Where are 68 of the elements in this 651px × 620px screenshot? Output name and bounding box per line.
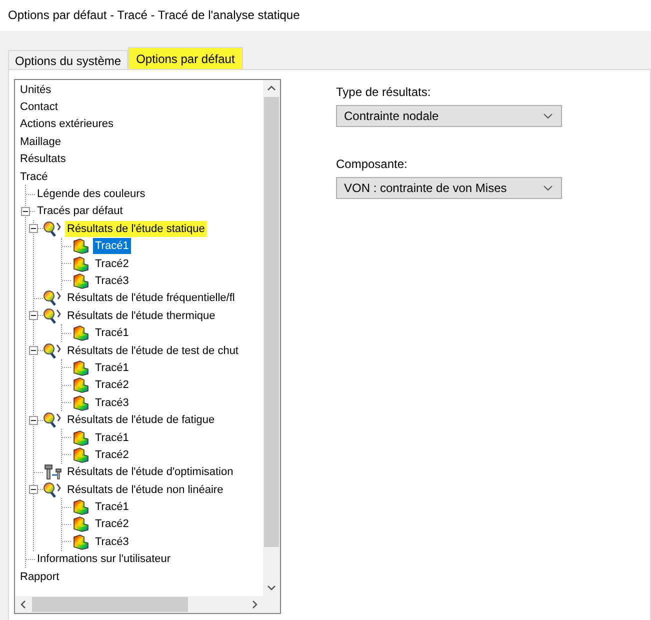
colored-part-icon [72,272,90,289]
tree-item[interactable]: Rapport [18,568,62,585]
magnifier-icon [43,482,63,498]
field-label: Type de résultats: [336,85,432,99]
tree-item[interactable]: Tracé [18,168,50,185]
colored-part-icon [72,377,90,394]
tree-item[interactable]: Informations sur l'utilisateur [35,551,173,568]
tree-item[interactable]: Résultats de l'étude de test de chut [65,342,240,359]
collapse-toggle[interactable] [29,311,38,320]
tree-item[interactable]: Tracé2 [93,256,131,272]
field-label: Composante: [336,157,408,171]
tree-item[interactable]: Résultats [18,151,68,168]
tree-item[interactable]: Tracé3 [93,534,131,550]
scroll-left-icon[interactable] [19,600,28,609]
tree-item[interactable]: Légende des couleurs [35,186,148,202]
colored-part-icon [72,534,90,550]
tree-item[interactable]: Tracé3 [93,394,131,411]
magnifier-icon [43,220,63,237]
tree-item[interactable]: Tracé2 [93,446,131,463]
scroll-up-icon[interactable] [267,84,276,93]
tree-item[interactable]: Tracé1 [93,430,131,446]
colored-part-icon [72,499,90,516]
scroll-right-icon[interactable] [250,600,259,609]
tree-item[interactable]: Résultats de l'étude thermique [65,308,218,324]
magnifier-icon [43,308,63,324]
colored-part-icon [72,394,90,411]
bolt-icon [43,464,63,480]
horizontal-scrollbar[interactable] [15,596,280,613]
dropdown[interactable]: Contrainte nodale [336,105,562,127]
collapse-toggle[interactable] [29,224,38,234]
scroll-down-icon[interactable] [267,583,276,592]
tree-item[interactable]: Résultats de l'étude d'optimisation [65,464,236,480]
tree-item[interactable]: Tracé1 [93,325,131,342]
colored-part-icon [72,256,90,272]
tree-item[interactable]: Tracés par défaut [35,203,125,220]
vertical-scrollbar[interactable] [263,80,280,596]
colored-part-icon [72,430,90,446]
tree-item[interactable]: Contact [18,99,60,116]
collapse-toggle[interactable] [29,485,38,494]
tab[interactable]: Options du système [8,50,128,69]
collapse-toggle[interactable] [29,346,38,356]
colored-part-icon [72,516,90,532]
colored-part-icon [72,446,90,463]
magnifier-icon [43,412,63,428]
tree-item[interactable]: Unités [18,82,54,98]
tree-item[interactable]: Tracé1 [93,360,131,376]
collapse-toggle[interactable] [21,206,30,216]
chevron-icon [543,113,553,119]
tree-item[interactable]: Tracé2 [93,516,131,532]
chevron-icon [543,185,553,191]
tree-item[interactable]: Tracé3 [93,272,131,289]
collapse-toggle[interactable] [29,416,38,425]
tree-item[interactable]: Résultats de l'étude fréquentielle/fl [65,290,237,306]
tree-item[interactable]: Tracé2 [93,377,131,394]
tree-item[interactable]: Maillage [18,134,63,150]
tree-item[interactable]: Actions extérieures [18,116,116,132]
tree-item[interactable]: Résultats de l'étude de fatigue [65,412,217,428]
colored-part-icon [72,238,90,254]
tab[interactable]: Options par défaut [128,47,243,69]
tree-item[interactable]: Tracé1 [93,499,131,516]
tree-item[interactable]: Résultats de l'étude non linéaire [65,482,226,498]
colored-part-icon [72,325,90,342]
magnifier-icon [43,290,63,306]
tree-item[interactable]: Résultats de l'étude statique [65,220,207,237]
tree-item[interactable]: Tracé1 [93,238,131,254]
magnifier-icon [43,342,63,359]
colored-part-icon [72,360,90,376]
dropdown[interactable]: VON : contrainte de von Mises [336,177,562,199]
